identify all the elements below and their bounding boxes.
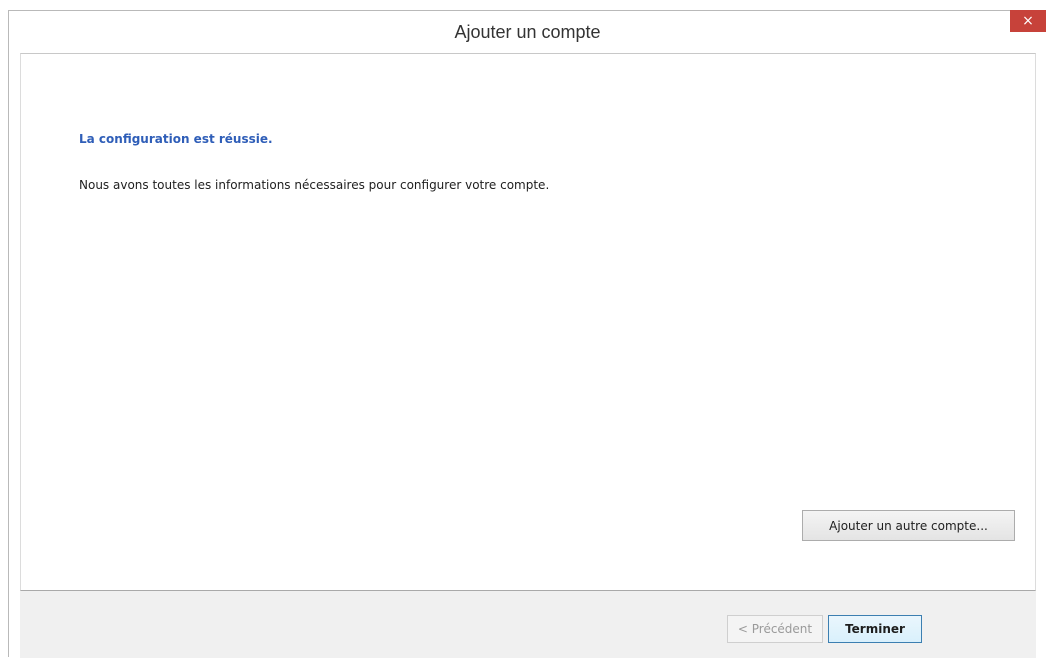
add-another-account-button[interactable]: Ajouter un autre compte... xyxy=(802,510,1015,541)
close-button[interactable]: × xyxy=(1010,10,1046,32)
finish-button[interactable]: Terminer xyxy=(828,615,922,643)
dialog-title: Ajouter un compte xyxy=(454,22,601,42)
previous-button[interactable]: < Précédent xyxy=(727,615,823,643)
content-panel: La configuration est réussie. Nous avons… xyxy=(20,53,1036,591)
success-message: Nous avons toutes les informations néces… xyxy=(79,178,550,192)
button-bar: < Précédent Terminer xyxy=(20,591,1036,658)
title-bar[interactable]: Ajouter un compte × xyxy=(9,10,1046,53)
close-icon: × xyxy=(1022,13,1034,29)
add-account-dialog: Ajouter un compte × La configuration est… xyxy=(8,10,1046,658)
success-heading: La configuration est réussie. xyxy=(79,132,273,146)
